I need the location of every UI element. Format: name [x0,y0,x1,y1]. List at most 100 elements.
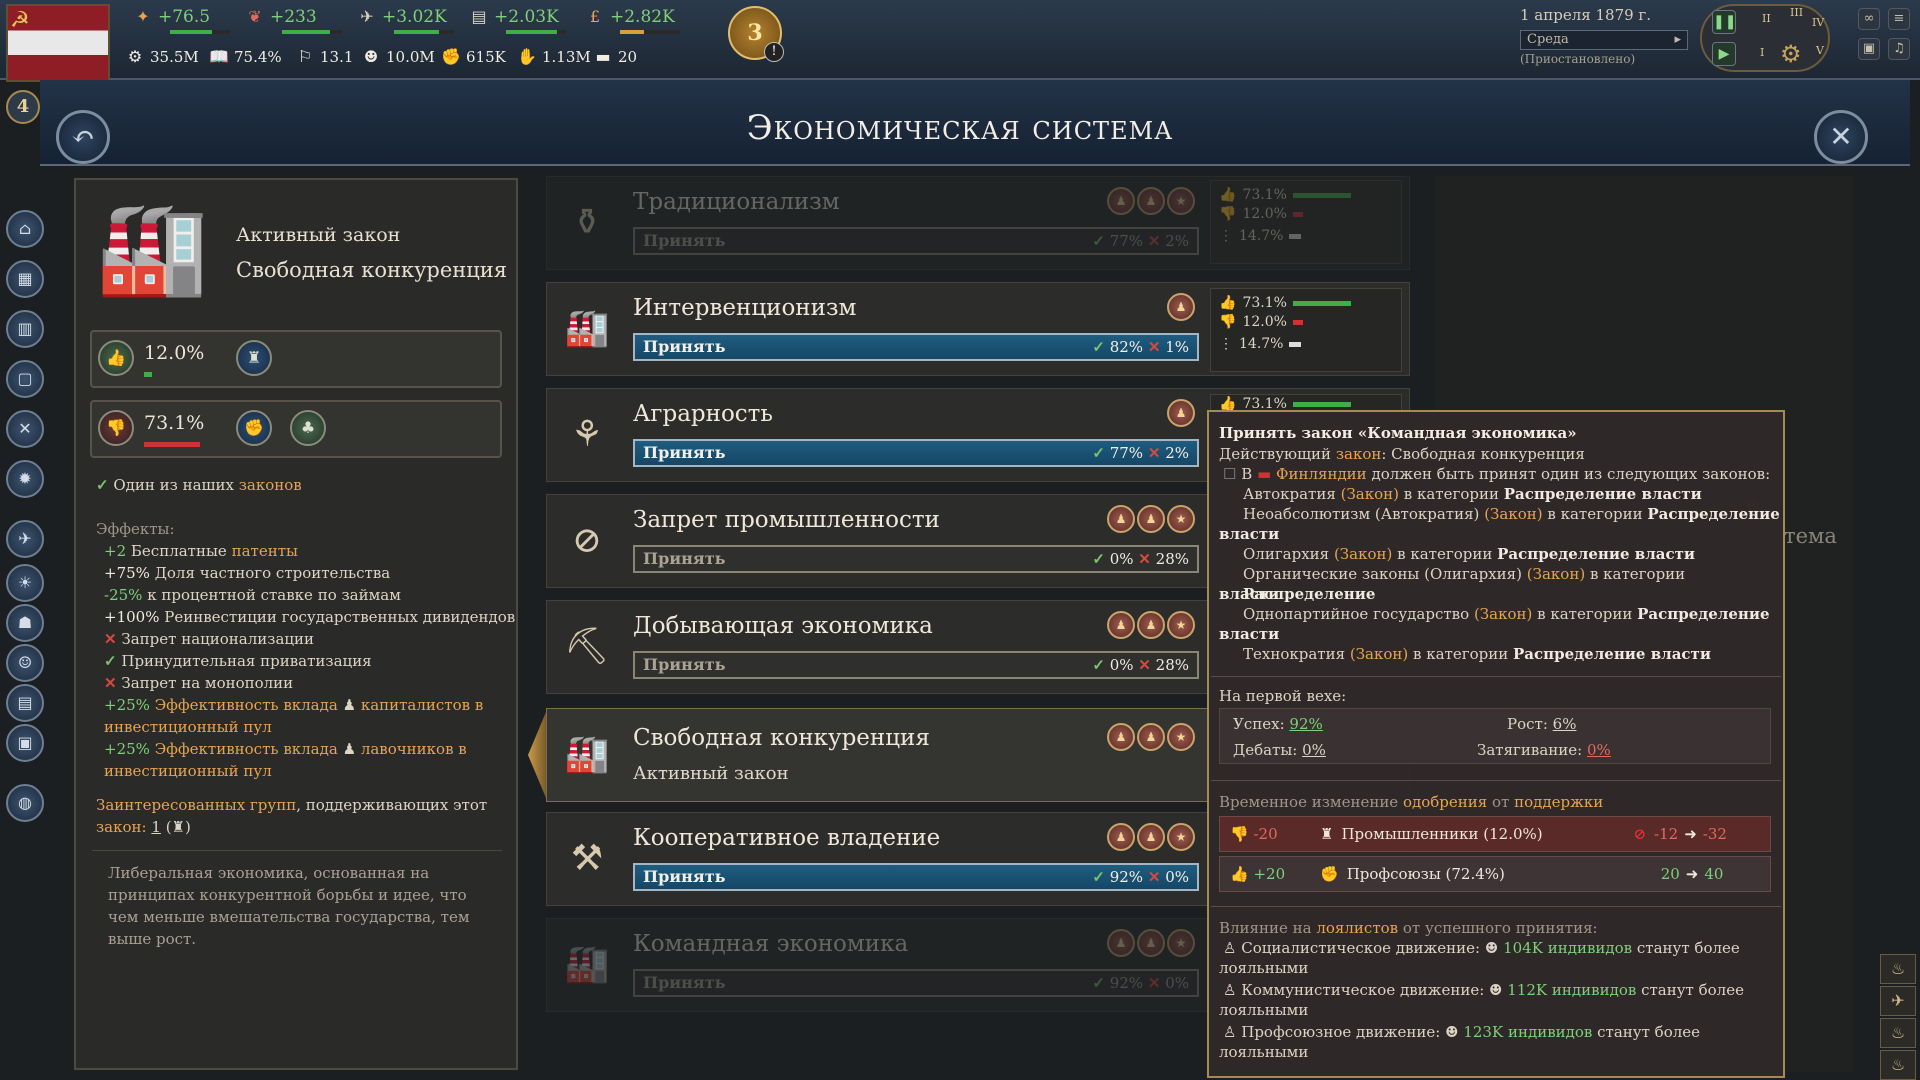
ig-icon[interactable]: ♟ [1107,929,1135,957]
requirement-option: Неоабсолютизм (Автократия) (Закон) в кат… [1243,505,1780,523]
ig-icon[interactable]: ♟ [1107,611,1135,639]
outliner-icon[interactable]: ♨ [1880,954,1916,984]
enact-button[interactable]: Принять ✓ 82% ✕ 1% [633,333,1199,361]
music-icon[interactable]: ♫ [1888,38,1910,60]
ig-icon[interactable]: ★ [1167,505,1195,533]
ig-icon[interactable]: ♟ [1107,187,1135,215]
peasants-stat[interactable]: ✋ 1.13M [516,46,591,68]
trade-unions-icon[interactable]: ✊ [236,410,272,446]
enact-button[interactable]: Принять ✓ 77% ✕ 2% [633,227,1199,255]
enact-button[interactable]: Принять ✓ 77% ✕ 2% [633,439,1199,467]
influence-icon: ❦ [248,7,262,26]
storage-icon[interactable]: ▣ [6,724,44,762]
sol-stat[interactable]: ⚐ 13.1 [294,46,354,68]
government-icon[interactable]: ⌂ [6,210,44,248]
speed-4[interactable]: IV [1812,16,1824,29]
population-stat[interactable]: ☻ 10.0M [360,46,435,68]
outliner-icon[interactable]: ♨ [1880,1018,1916,1048]
diplomacy-icon[interactable]: ✹ [6,460,44,498]
ig-icon[interactable]: ♟ [1137,505,1165,533]
outliner-icon[interactable]: ✈ [1880,986,1916,1016]
oppose-bar [144,442,200,447]
ig-icon[interactable]: ★ [1167,723,1195,751]
approval-bar [1292,319,1303,325]
treasury-stat[interactable]: £ +2.82K [584,6,675,28]
link-icon[interactable]: ∞ [1858,8,1880,30]
back-button[interactable]: ↶ [56,110,110,164]
tech-icon[interactable]: ☀ [6,564,44,602]
ig-icon[interactable]: ♟ [1137,723,1165,751]
market-icon[interactable]: ▢ [6,360,44,398]
population-icon: ☻ [363,47,379,66]
ig-icon[interactable]: ♟ [1107,723,1135,751]
laws-link[interactable]: законов [239,476,302,494]
culture-icon[interactable]: ☗ [6,604,44,642]
speed-5[interactable]: V [1816,44,1824,57]
enact-button[interactable]: Принять ✓ 92% ✕ 0% [633,969,1199,997]
industrialists-icon: ♜ [1320,825,1334,843]
trade-icon[interactable]: ✈ [6,520,44,558]
outliner-icon[interactable]: ♨ [1880,1050,1916,1080]
globe-icon[interactable]: ◍ [6,784,44,822]
ig-icon[interactable]: ★ [1167,187,1195,215]
law-name: Интервенционизм [633,295,857,321]
bureaucracy-icon: ▤ [471,7,487,26]
speed-2[interactable]: II [1762,12,1771,25]
army-stat[interactable]: ✊ 615K [440,46,506,68]
ig-icon[interactable]: ♟ [1107,823,1135,851]
budget-icon[interactable]: ▦ [6,260,44,298]
bureaucracy-bar [506,30,566,34]
pause-button[interactable]: ❚❚ [1712,10,1736,34]
weekday-box[interactable]: Среда ▸ [1520,30,1688,50]
literacy-stat[interactable]: 📖 75.4% [208,46,282,68]
enact-button[interactable]: Принять ✓ 0% ✕ 28% [633,545,1199,573]
innovation-stat[interactable]: ✈ +3.02K [356,6,447,28]
army-value: 615K [466,48,506,66]
gdp-stat[interactable]: ⚙ 35.5M [124,46,199,68]
ig-icon[interactable]: ★ [1167,611,1195,639]
ig-icon[interactable]: ♟ [1167,293,1195,321]
industry-icon[interactable]: ▥ [6,310,44,348]
close-button[interactable]: ✕ [1814,110,1868,164]
military-icon[interactable]: ✕ [6,410,44,448]
approval-from: -12 [1654,825,1679,843]
population-value: 10.0M [386,48,435,66]
ig-icon[interactable]: ♟ [1107,505,1135,533]
ig-icon[interactable]: ★ [1167,929,1195,957]
approval-bar [1292,211,1303,217]
ig-icon[interactable]: ♟ [1167,399,1195,427]
interventionism-icon: 🏭 [564,308,610,349]
ig-icon[interactable]: ♟ [1137,187,1165,215]
approval-box[interactable]: 👍 73.1% 👎 12.0% ⋮ 14.7% [1210,180,1402,264]
influence-stat[interactable]: ❦ +233 [244,6,316,28]
ig-icon[interactable]: ♟ [1137,611,1165,639]
camera-icon[interactable]: ▣ [1858,38,1880,60]
speed-3[interactable]: III [1790,6,1803,19]
speed-1[interactable]: I [1760,46,1764,59]
rural-folk-icon[interactable]: ♣ [290,410,326,446]
menu-icon[interactable]: ≡ [1888,8,1910,30]
innovation-bar [394,30,454,34]
laws-icon[interactable]: ▤ [6,684,44,722]
effect-line: +75% Доля частного строительства [104,564,391,582]
ig-icon[interactable]: ♟ [1137,929,1165,957]
ig-icon[interactable]: ★ [1167,823,1195,851]
ships-value: 20 [618,48,638,66]
approval-row: 👍 73.1% [1211,289,1401,311]
pop-icon: ☻ [1445,1023,1459,1041]
authority-stat[interactable]: ✦ +76.5 [132,6,210,28]
enact-button[interactable]: Принять ✓ 0% ✕ 28% [633,651,1199,679]
innovation-icon: ✈ [360,7,374,26]
pop-icon[interactable]: ☺ [6,644,44,682]
ships-stat[interactable]: ▬ 20 [592,46,637,68]
approval-box[interactable]: 👍 73.1% 👎 12.0% ⋮ 14.7% [1210,288,1402,372]
bureaucracy-stat[interactable]: ▤ +2.03K [468,6,558,28]
thumbs-down-icon: 👎 [1219,314,1237,330]
support-bar [144,372,152,377]
shopkeepers-icon: ♟ [342,740,357,758]
ig-icon[interactable]: ♟ [1137,823,1165,851]
play-button[interactable]: ▶ [1712,42,1736,66]
law-name: Традиционализм [633,189,840,215]
industrialists-icon[interactable]: ♜ [236,340,272,376]
enact-button[interactable]: Принять ✓ 92% ✕ 0% [633,863,1199,891]
